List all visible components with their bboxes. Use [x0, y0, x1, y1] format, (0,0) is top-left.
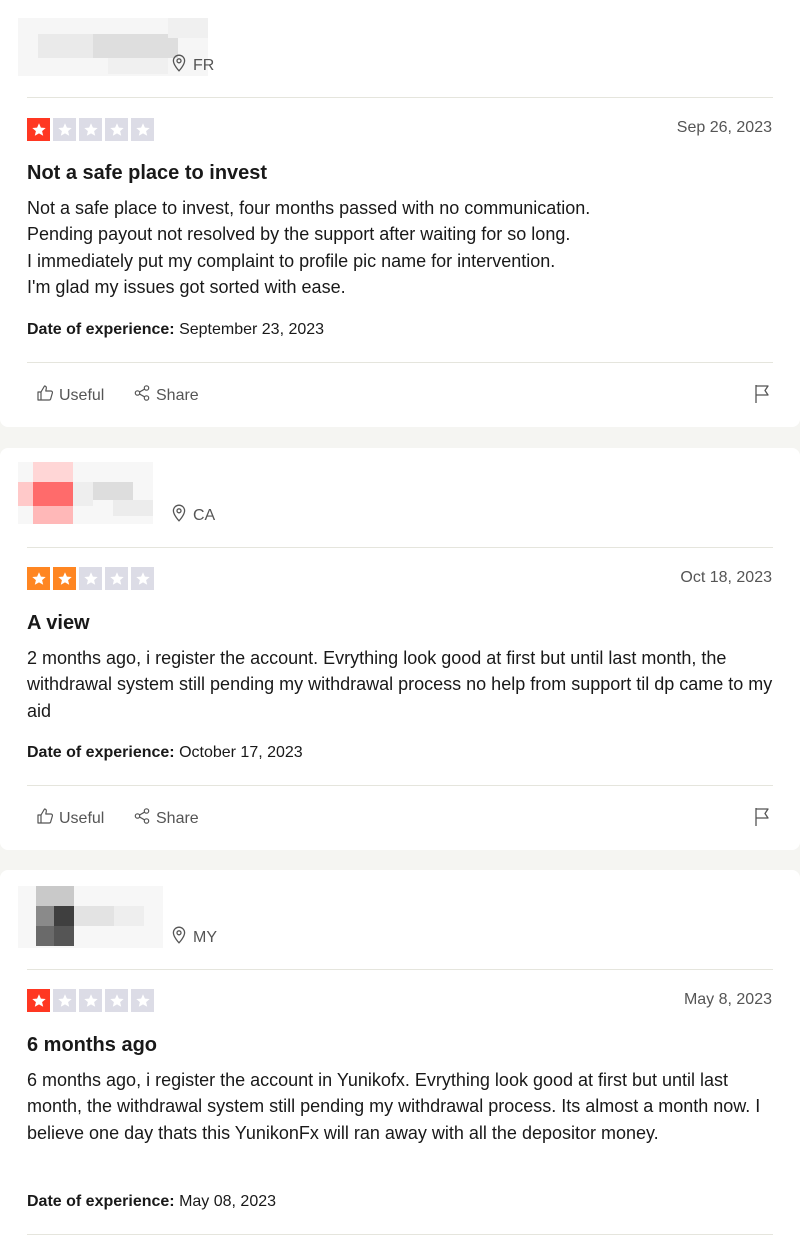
star-icon — [27, 989, 50, 1012]
share-label: Share — [156, 809, 199, 827]
star-icon — [53, 989, 76, 1012]
divider — [27, 1234, 773, 1235]
date-of-experience: Date of experience: May 08, 2023 — [27, 1193, 276, 1211]
date-of-experience-label: Date of experience: — [27, 744, 175, 761]
share-label: Share — [156, 386, 199, 404]
flag-icon[interactable] — [754, 384, 772, 404]
divider — [27, 362, 773, 363]
divider — [27, 97, 773, 98]
useful-button[interactable]: Useful — [36, 384, 104, 407]
star-rating — [27, 567, 154, 590]
reviewer-country: CA — [171, 504, 215, 527]
country-code: FR — [193, 56, 215, 74]
reviewer-country: MY — [171, 926, 217, 949]
reviewer-avatar-blurred — [18, 886, 163, 948]
reviewer-country: FR — [171, 54, 214, 77]
date-of-experience-value: May 08, 2023 — [179, 1193, 277, 1210]
date-of-experience-value: September 23, 2023 — [179, 321, 325, 338]
star-rating — [27, 118, 154, 141]
reviewer-avatar-blurred — [18, 462, 153, 524]
star-icon — [131, 989, 154, 1012]
review-date: Oct 18, 2023 — [680, 569, 772, 586]
review-body: Not a safe place to invest, four months … — [27, 198, 591, 297]
star-icon — [131, 567, 154, 590]
review-card: CA Oct 18, 2023 A view 2 months ago, i r… — [0, 448, 800, 850]
star-icon — [79, 567, 102, 590]
review-card: FR Sep 26, 2023 Not a safe place to inve… — [0, 0, 800, 427]
location-pin-icon — [171, 54, 187, 77]
thumbs-up-icon — [36, 384, 54, 407]
review-title[interactable]: 6 months ago — [27, 1034, 157, 1057]
review-body: 2 months ago, i register the account. Ev… — [27, 648, 773, 721]
star-icon — [105, 118, 128, 141]
useful-label: Useful — [59, 386, 105, 404]
date-of-experience-label: Date of experience: — [27, 1193, 175, 1210]
share-button[interactable]: Share — [133, 807, 199, 830]
useful-button[interactable]: Useful — [36, 807, 104, 830]
date-of-experience: Date of experience: September 23, 2023 — [27, 321, 324, 339]
star-icon — [105, 567, 128, 590]
review-card: MY May 8, 2023 6 months ago 6 months ago… — [0, 870, 800, 1237]
divider — [27, 969, 773, 970]
review-title[interactable]: A view — [27, 612, 90, 635]
divider — [27, 785, 773, 786]
share-icon — [133, 384, 151, 407]
flag-icon[interactable] — [754, 807, 772, 827]
review-date: Sep 26, 2023 — [676, 119, 772, 136]
review-date: May 8, 2023 — [683, 991, 772, 1008]
star-icon — [131, 118, 154, 141]
thumbs-up-icon — [36, 807, 54, 830]
star-icon — [53, 118, 76, 141]
star-icon — [27, 567, 50, 590]
star-icon — [105, 989, 128, 1012]
country-code: CA — [193, 506, 216, 524]
star-icon — [79, 118, 102, 141]
review-body: 6 months ago, i register the account in … — [27, 1070, 761, 1143]
country-code: MY — [193, 928, 217, 946]
useful-label: Useful — [59, 809, 105, 827]
divider — [27, 547, 773, 548]
star-icon — [79, 989, 102, 1012]
date-of-experience: Date of experience: October 17, 2023 — [27, 744, 303, 762]
review-title[interactable]: Not a safe place to invest — [27, 162, 267, 185]
date-of-experience-value: October 17, 2023 — [179, 744, 303, 761]
star-rating — [27, 989, 154, 1012]
share-button[interactable]: Share — [133, 384, 199, 407]
star-icon — [53, 567, 76, 590]
share-icon — [133, 807, 151, 830]
location-pin-icon — [171, 504, 187, 527]
location-pin-icon — [171, 926, 187, 949]
date-of-experience-label: Date of experience: — [27, 321, 175, 338]
star-icon — [27, 118, 50, 141]
